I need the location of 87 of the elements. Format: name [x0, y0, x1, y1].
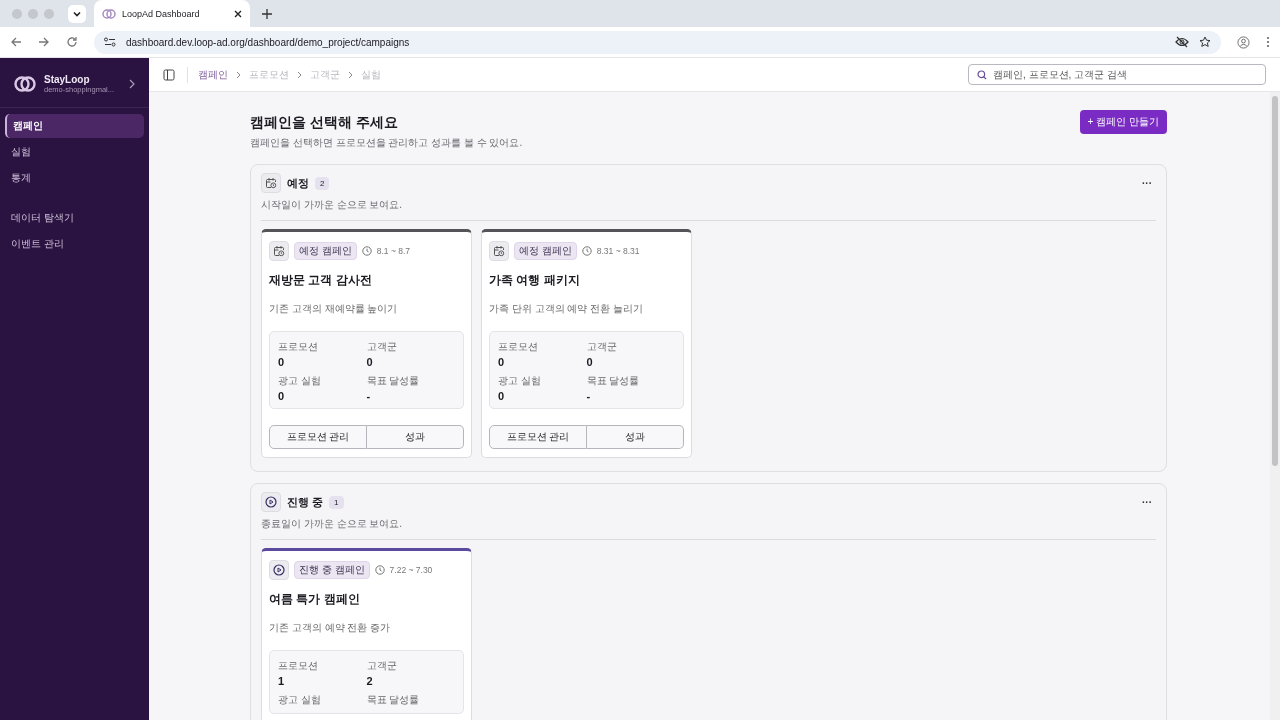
stat-value: 0 [278, 390, 286, 402]
campaign-card[interactable]: 진행 중 캠페인 7.22 ~ 7.30 여름 특가 캠페인 기존 고객의 예약 전환 증가 프로모션 1 고객군 2 광고 실험 목표 달성률 [261, 548, 472, 720]
create-campaign-button[interactable]: + 캠페인 만들기 [1079, 110, 1167, 134]
rings-icon [102, 8, 116, 19]
window-close-dot[interactable] [12, 8, 22, 19]
more-button[interactable]: ··· [1138, 177, 1156, 189]
back-icon[interactable] [10, 36, 22, 48]
stat-label: 고객군 [586, 340, 618, 354]
stat-label: 고객군 [366, 659, 398, 673]
status-badge: 예정 캠페인 [294, 242, 357, 260]
address-field[interactable]: dashboard.dev.loop-ad.org/dashboard/demo_project/campaigns [94, 30, 1221, 54]
date-range: 8.31 ~ 8.31 [596, 246, 640, 256]
breadcrumb-link[interactable]: 캠페인 [198, 67, 228, 82]
section-title: 예정 [287, 175, 309, 191]
section-hint: 종료일이 가까운 순으로 보여요. [261, 517, 404, 531]
chevron-right-icon [297, 70, 302, 79]
stat-value: 0 [498, 390, 506, 402]
stat-label: 프로모션 [278, 340, 319, 354]
sidebar-item[interactable]: 통계 [5, 166, 144, 190]
brand-name: StayLoop [44, 74, 91, 85]
campaign-description: 기존 고객의 재예약률 높이기 [269, 302, 399, 316]
close-icon[interactable] [234, 9, 242, 18]
date-range: 8.1 ~ 8.7 [376, 246, 411, 256]
window-minimize-dot[interactable] [28, 8, 38, 19]
reload-icon[interactable] [66, 36, 78, 48]
stat-value: - [366, 390, 372, 402]
site-settings-icon[interactable] [104, 37, 116, 47]
rings-logo-icon [14, 76, 36, 92]
stat-value: 2 [366, 675, 374, 687]
sidebar-item[interactable]: 캠페인 [5, 114, 144, 138]
section-title: 진행 중 [287, 494, 324, 510]
stat-value: 0 [366, 356, 374, 368]
card-action-button[interactable]: 성과 [587, 425, 684, 449]
clock-icon [374, 565, 385, 575]
date-range: 7.22 ~ 7.30 [389, 565, 433, 575]
campaign-card[interactable]: 예정 캠페인 8.1 ~ 8.7 재방문 고객 감사전 기존 고객의 재예약률 높이기 프로모션 0 고객군 0 광고 실험 0 목표 달성률 - 프로모션 관리 성과 [261, 229, 472, 458]
campaign-name: 가족 여행 패키지 [489, 272, 581, 289]
count-badge: 1 [329, 495, 344, 509]
chevron-right-icon [348, 70, 353, 79]
status-badge: 진행 중 캠페인 [294, 561, 370, 579]
stat-label: 목표 달성률 [366, 374, 421, 388]
count-badge: 2 [315, 176, 330, 190]
card-action-button[interactable]: 프로모션 관리 [269, 425, 367, 449]
sidebar-item[interactable]: 이벤트 관리 [5, 232, 144, 256]
stat-label: 목표 달성률 [586, 374, 641, 388]
clock-icon [361, 246, 372, 256]
new-tab-icon[interactable] [262, 8, 272, 19]
chevron-right-icon [236, 70, 241, 79]
stat-value: 1 [278, 675, 286, 687]
chevron-right-icon[interactable] [129, 79, 135, 89]
profile-icon[interactable] [1237, 35, 1250, 49]
stat-label: 광고 실험 [278, 693, 322, 707]
campaign-name: 여름 특가 캠페인 [269, 591, 361, 608]
stat-value: 0 [498, 356, 506, 368]
card-action-button[interactable]: 성과 [367, 425, 464, 449]
stat-label: 목표 달성률 [366, 693, 421, 707]
campaign-description: 기존 고객의 예약 전환 증가 [269, 621, 392, 635]
sidebar-item[interactable]: 실험 [5, 140, 144, 164]
forward-icon[interactable] [38, 36, 50, 48]
sidebar-item[interactable]: 데이터 탐색기 [5, 206, 144, 230]
stat-value: 0 [586, 356, 594, 368]
more-icon[interactable] [1266, 36, 1270, 48]
stat-label: 광고 실험 [278, 374, 322, 388]
scrollbar-thumb[interactable] [1272, 96, 1278, 466]
section-hint: 시작일이 가까운 순으로 보여요. [261, 198, 404, 212]
browser-tab[interactable]: LoopAd Dashboard [94, 0, 250, 27]
star-icon[interactable] [1199, 36, 1211, 48]
campaign-card[interactable]: 예정 캠페인 8.31 ~ 8.31 가족 여행 패키지 가족 단위 고객의 예약 전환 늘리기 프로모션 0 고객군 0 광고 실험 0 목표 달성률 - 프로모션 관리 성과 [481, 229, 692, 458]
stat-value: - [586, 390, 592, 402]
sidebar-toggle-icon[interactable] [163, 68, 175, 81]
more-button[interactable]: ··· [1138, 496, 1156, 508]
eye-off-icon[interactable] [1175, 36, 1189, 48]
clock-icon [581, 246, 592, 256]
stat-value: 0 [278, 356, 286, 368]
stat-label: 프로모션 [498, 340, 539, 354]
stat-label: 고객군 [366, 340, 398, 354]
campaign-name: 재방문 고객 감사전 [269, 272, 373, 289]
status-badge: 예정 캠페인 [514, 242, 577, 260]
page-subtitle: 캠페인을 선택하면 프로모션을 관리하고 성과를 볼 수 있어요. [250, 136, 523, 150]
card-action-button[interactable]: 프로모션 관리 [489, 425, 587, 449]
window-zoom-dot[interactable] [44, 8, 54, 19]
search-field[interactable]: 캠페인, 프로모션, 고객군 검색 [968, 64, 1266, 85]
stat-label: 광고 실험 [498, 374, 542, 388]
page-title: 캠페인을 선택해 주세요 [250, 114, 399, 132]
stat-label: 프로모션 [278, 659, 319, 673]
campaign-description: 가족 단위 고객의 예약 전환 늘리기 [489, 302, 644, 316]
tab-menu-button[interactable] [68, 4, 86, 23]
